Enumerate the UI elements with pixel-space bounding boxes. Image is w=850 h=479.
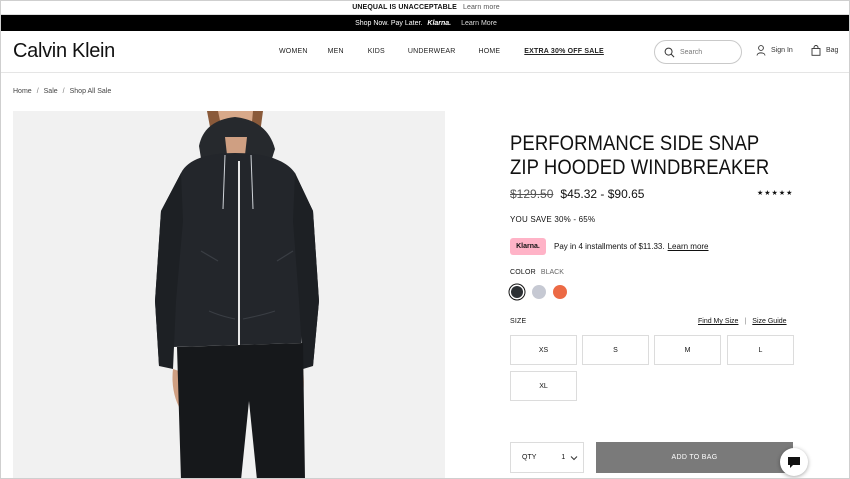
sign-in-link[interactable]: Sign In	[756, 45, 793, 56]
original-price: $129.50	[510, 187, 554, 201]
user-icon	[756, 45, 766, 56]
swatch-orange[interactable]	[553, 285, 567, 299]
breadcrumb-separator: /	[36, 88, 39, 95]
product-title: PERFORMANCE SIDE SNAP ZIP HOODED WINDBRE…	[510, 132, 770, 179]
promo-text: Shop Now. Pay Later.	[355, 19, 423, 27]
nav-sale[interactable]: EXTRA 30% OFF SALE	[524, 48, 604, 55]
announcement-learn-more-link[interactable]: Learn more	[463, 4, 500, 11]
breadcrumb-separator: /	[62, 88, 65, 95]
nav-underwear[interactable]: UNDERWEAR	[408, 48, 456, 55]
search-icon	[664, 47, 675, 57]
announcement-text: UNEQUAL IS UNACCEPTABLE	[352, 4, 457, 11]
breadcrumb-shop-all-sale[interactable]: Shop All Sale	[70, 88, 112, 95]
chat-button[interactable]	[780, 448, 808, 476]
site-header: Calvin Klein WOMEN MEN KIDS UNDERWEAR HO…	[1, 31, 849, 73]
bag-link[interactable]: Bag	[811, 45, 838, 56]
color-row: COLOR BLACK	[510, 269, 564, 276]
klarna-row: Klarna. Pay in 4 installments of $11.33.…	[510, 238, 709, 255]
quantity-select[interactable]: QTY 1	[510, 442, 584, 473]
size-xs-button[interactable]: XS	[510, 335, 577, 365]
size-guide-link[interactable]: Size Guide	[752, 318, 786, 325]
klarna-text: Pay in 4 installments of $11.33.	[554, 242, 665, 251]
nav-women[interactable]: WOMEN	[279, 48, 308, 55]
product-image[interactable]	[13, 111, 445, 478]
add-to-bag-button[interactable]: ADD TO BAG	[596, 442, 793, 473]
find-my-size-link[interactable]: Find My Size	[698, 318, 738, 325]
price-block: $129.50 $45.32 - $90.65	[510, 187, 644, 201]
swatch-black[interactable]	[511, 286, 523, 298]
swatch-grey[interactable]	[532, 285, 546, 299]
klarna-learn-more-link[interactable]: Learn more	[668, 242, 709, 251]
main-nav: WOMEN MEN KIDS UNDERWEAR HOME EXTRA 30% …	[279, 48, 604, 55]
breadcrumb: Home / Sale / Shop All Sale	[13, 88, 111, 95]
nav-home[interactable]: HOME	[478, 48, 500, 55]
qty-label: QTY	[522, 454, 537, 461]
announcement-bar: UNEQUAL IS UNACCEPTABLE Learn more	[1, 1, 849, 15]
bag-label: Bag	[826, 47, 839, 54]
size-xl-button[interactable]: XL	[510, 371, 577, 401]
sale-price-range: $45.32 - $90.65	[560, 187, 645, 201]
model-jacket-illustration	[155, 111, 319, 478]
nav-men[interactable]: MEN	[328, 48, 344, 55]
color-label: COLOR	[510, 269, 536, 276]
sign-in-label: Sign In	[771, 47, 793, 54]
size-l-button[interactable]: L	[727, 335, 794, 365]
color-swatches	[510, 285, 574, 299]
chat-icon	[788, 456, 800, 468]
qty-value: 1	[561, 454, 566, 461]
size-s-button[interactable]: S	[582, 335, 649, 365]
color-value: BLACK	[540, 269, 564, 276]
search-placeholder: Search	[680, 48, 703, 56]
nav-kids[interactable]: KIDS	[368, 48, 385, 55]
promo-learn-more-link[interactable]: Learn More	[461, 20, 497, 27]
breadcrumb-home[interactable]: Home	[13, 88, 32, 95]
search-input[interactable]: Search	[654, 40, 742, 64]
brand-logo[interactable]: Calvin Klein	[13, 40, 115, 63]
breadcrumb-sale[interactable]: Sale	[44, 88, 58, 95]
divider: |	[744, 318, 747, 325]
savings-text: YOU SAVE 30% - 65%	[510, 215, 596, 224]
rating-stars[interactable]: ★★★★★	[757, 189, 793, 197]
bag-icon	[811, 45, 821, 56]
page: UNEQUAL IS UNACCEPTABLE Learn more Shop …	[0, 0, 850, 479]
size-links: Find My Size | Size Guide	[698, 318, 787, 325]
size-label: SIZE	[510, 318, 527, 325]
size-m-button[interactable]: M	[654, 335, 721, 365]
klarna-badge: Klarna.	[510, 238, 546, 255]
chevron-down-icon	[570, 455, 578, 460]
promo-bar: Shop Now. Pay Later. Klarna. Learn More	[1, 15, 849, 31]
promo-klarna-logo: Klarna.	[427, 19, 452, 27]
